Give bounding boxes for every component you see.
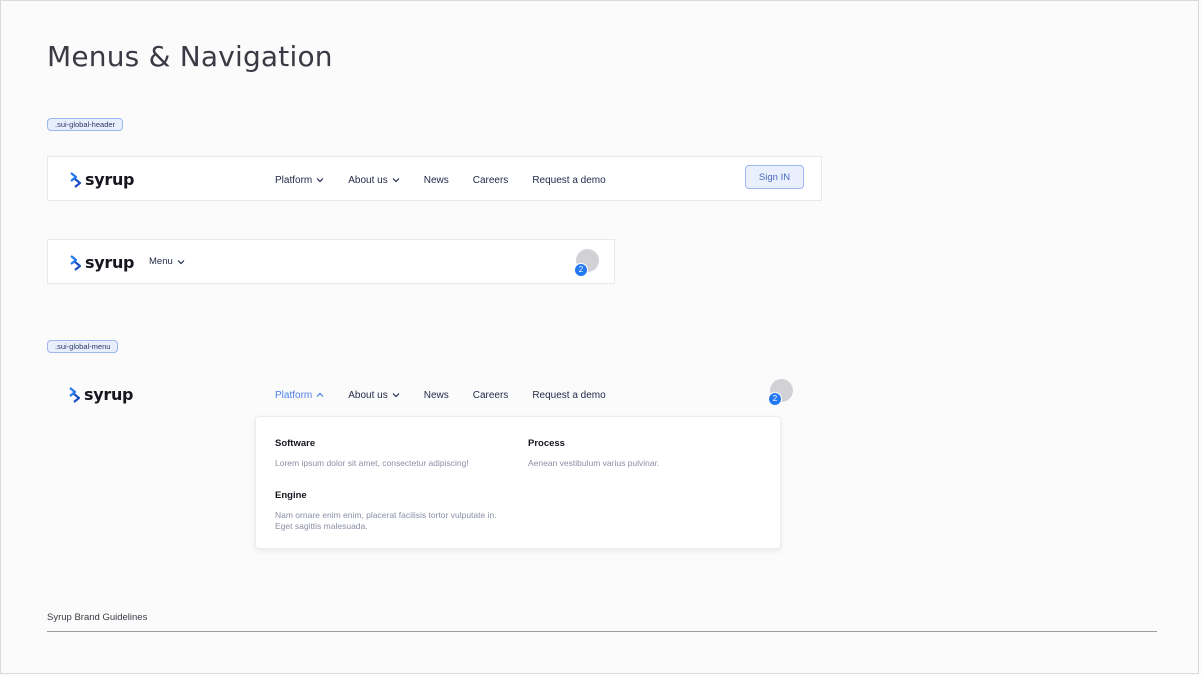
nav-item-label: Request a demo — [532, 174, 606, 186]
syrup-logo-icon — [70, 254, 81, 271]
notification-badge: 2 — [768, 392, 782, 406]
syrup-logo[interactable]: syrup — [70, 170, 135, 189]
chevron-down-icon — [392, 178, 400, 183]
nav-item-label: Request a demo — [532, 389, 606, 401]
nav-item-label: About us — [348, 389, 388, 401]
nav-item-about-us[interactable]: About us — [348, 174, 400, 186]
dropdown-item-title: Process — [528, 438, 565, 449]
chevron-down-icon — [316, 178, 324, 183]
menu-toggle-label: Menu — [149, 256, 173, 267]
nav-item-label: Careers — [472, 174, 509, 186]
nav-item-request-demo[interactable]: Request a demo — [532, 390, 605, 401]
dropdown-item-software[interactable]: Software Lorem ipsum dolor sit amet, con… — [275, 438, 515, 469]
syrup-logo-icon — [69, 386, 80, 403]
global-header-compact: syrup — [47, 239, 615, 284]
global-header-desktop: syrup Platform About us News Careers Req… — [47, 156, 822, 201]
dropdown-item-description: Lorem ipsum dolor sit amet, consectetur … — [275, 458, 469, 468]
platform-dropdown-panel: Software Lorem ipsum dolor sit amet, con… — [255, 416, 781, 549]
nav-item-news[interactable]: News — [424, 175, 449, 186]
main-nav: Platform About us News Careers Request a… — [275, 172, 630, 188]
page-title: Menus & Navigation — [47, 40, 333, 73]
nav-item-about-us[interactable]: About us — [348, 389, 400, 401]
nav-item-news[interactable]: News — [424, 390, 449, 401]
dropdown-item-title: Engine — [275, 490, 307, 501]
nav-item-label: Platform — [275, 389, 313, 401]
nav-item-label: About us — [348, 174, 388, 186]
notification-badge: 2 — [574, 263, 588, 277]
nav-item-label: News — [423, 174, 449, 186]
menu-toggle[interactable]: Menu — [149, 256, 185, 267]
syrup-logo[interactable]: syrup — [69, 385, 134, 404]
component-tag-header: .sui-global-header — [47, 118, 124, 131]
nav-item-careers[interactable]: Careers — [473, 175, 509, 186]
dropdown-item-engine[interactable]: Engine Nam ornare enim enim, placerat fa… — [275, 490, 515, 532]
syrup-logo-icon — [70, 171, 81, 188]
dropdown-item-description: Aenean vestibulum varius pulvinar. — [528, 458, 660, 468]
component-tag-menu: .sui-global-menu — [47, 340, 119, 353]
nav-item-request-demo[interactable]: Request a demo — [532, 175, 605, 186]
nav-item-label: Platform — [275, 174, 313, 186]
footer-divider — [47, 631, 1157, 632]
nav-item-platform[interactable]: Platform — [275, 390, 324, 401]
nav-item-label: News — [423, 389, 449, 401]
sign-in-button[interactable]: Sign IN — [745, 165, 804, 189]
logo-wordmark: syrup — [85, 170, 135, 189]
chevron-down-icon — [177, 259, 185, 264]
nav-item-platform[interactable]: Platform — [275, 175, 324, 186]
nav-item-label: Careers — [472, 389, 509, 401]
main-nav-open: Platform About us News Careers Request a… — [275, 387, 630, 403]
nav-item-careers[interactable]: Careers — [473, 390, 509, 401]
logo-wordmark: syrup — [84, 385, 134, 404]
dropdown-item-title: Software — [275, 438, 316, 449]
dropdown-item-description: Nam ornare enim enim, placerat facilisis… — [275, 510, 497, 531]
chevron-down-icon — [392, 393, 400, 398]
slide-frame — [0, 0, 1199, 674]
syrup-logo[interactable]: syrup — [70, 253, 135, 272]
chevron-up-icon — [316, 392, 324, 397]
logo-wordmark: syrup — [85, 253, 135, 272]
dropdown-item-process[interactable]: Process Aenean vestibulum varius pulvina… — [528, 438, 758, 469]
footer-text: Syrup Brand Guidelines — [47, 612, 148, 623]
